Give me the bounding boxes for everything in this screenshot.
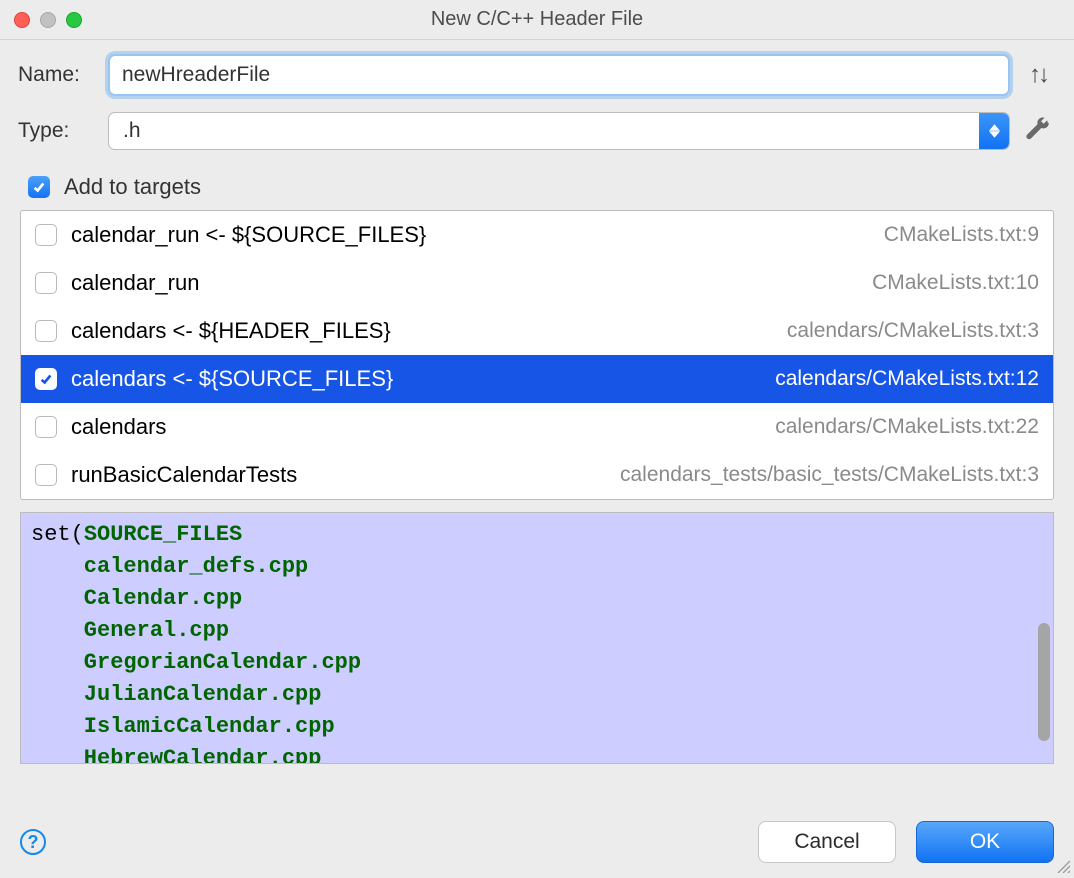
- dialog-content: Name: ↑↓ Type: .h Add to targets ca: [0, 40, 1074, 807]
- code-text: set(SOURCE_FILES calendar_defs.cpp Calen…: [21, 513, 1053, 764]
- name-input[interactable]: [108, 54, 1010, 96]
- dialog-window: New C/C++ Header File Name: ↑↓ Type: .h: [0, 0, 1074, 877]
- target-label: calendars <- ${SOURCE_FILES}: [71, 366, 775, 392]
- dialog-footer: ? Cancel OK: [0, 807, 1074, 877]
- type-value: .h: [109, 119, 979, 143]
- target-checkbox[interactable]: [35, 320, 57, 342]
- target-path: calendars/CMakeLists.txt:12: [775, 367, 1039, 391]
- add-to-targets-checkbox[interactable]: [28, 176, 50, 198]
- target-checkbox[interactable]: [35, 464, 57, 486]
- titlebar: New C/C++ Header File: [0, 0, 1074, 40]
- target-checkbox[interactable]: [35, 272, 57, 294]
- add-to-targets-label: Add to targets: [64, 174, 201, 200]
- target-checkbox[interactable]: [35, 416, 57, 438]
- traffic-lights: [14, 12, 82, 28]
- close-icon[interactable]: [14, 12, 30, 28]
- cancel-button[interactable]: Cancel: [758, 821, 896, 863]
- name-row: Name: ↑↓: [18, 54, 1056, 96]
- target-label: calendars: [71, 414, 775, 440]
- sort-toggle-icon[interactable]: ↑↓: [1020, 61, 1056, 89]
- window-title: New C/C++ Header File: [0, 8, 1074, 31]
- target-checkbox[interactable]: [35, 368, 57, 390]
- target-path: calendars_tests/basic_tests/CMakeLists.t…: [620, 463, 1039, 487]
- type-combobox[interactable]: .h: [108, 112, 1010, 150]
- target-path: CMakeLists.txt:9: [884, 223, 1039, 247]
- zoom-icon[interactable]: [66, 12, 82, 28]
- target-row[interactable]: calendar_runCMakeLists.txt:10: [21, 259, 1053, 307]
- ok-button[interactable]: OK: [916, 821, 1054, 863]
- targets-list: calendar_run <- ${SOURCE_FILES}CMakeList…: [20, 210, 1054, 500]
- target-checkbox[interactable]: [35, 224, 57, 246]
- scrollbar-thumb[interactable]: [1038, 623, 1050, 741]
- target-row[interactable]: calendar_run <- ${SOURCE_FILES}CMakeList…: [21, 211, 1053, 259]
- target-row[interactable]: calendars <- ${HEADER_FILES}calendars/CM…: [21, 307, 1053, 355]
- target-label: calendar_run <- ${SOURCE_FILES}: [71, 222, 884, 248]
- target-label: runBasicCalendarTests: [71, 462, 620, 488]
- add-to-targets-row: Add to targets: [28, 174, 1056, 200]
- minimize-icon[interactable]: [40, 12, 56, 28]
- code-preview: set(SOURCE_FILES calendar_defs.cpp Calen…: [20, 512, 1054, 764]
- target-row[interactable]: calendars <- ${SOURCE_FILES}calendars/CM…: [21, 355, 1053, 403]
- target-path: CMakeLists.txt:10: [872, 271, 1039, 295]
- name-label: Name:: [18, 63, 108, 87]
- chevron-up-down-icon[interactable]: [979, 113, 1009, 149]
- help-icon[interactable]: ?: [20, 829, 46, 855]
- wrench-icon[interactable]: [1020, 116, 1056, 147]
- target-path: calendars/CMakeLists.txt:22: [775, 415, 1039, 439]
- type-row: Type: .h: [18, 112, 1056, 150]
- target-row[interactable]: calendarscalendars/CMakeLists.txt:22: [21, 403, 1053, 451]
- resize-handle-icon[interactable]: [1054, 857, 1070, 873]
- type-label: Type:: [18, 119, 108, 143]
- target-label: calendars <- ${HEADER_FILES}: [71, 318, 787, 344]
- target-row[interactable]: runBasicCalendarTestscalendars_tests/bas…: [21, 451, 1053, 499]
- target-path: calendars/CMakeLists.txt:3: [787, 319, 1039, 343]
- target-label: calendar_run: [71, 270, 872, 296]
